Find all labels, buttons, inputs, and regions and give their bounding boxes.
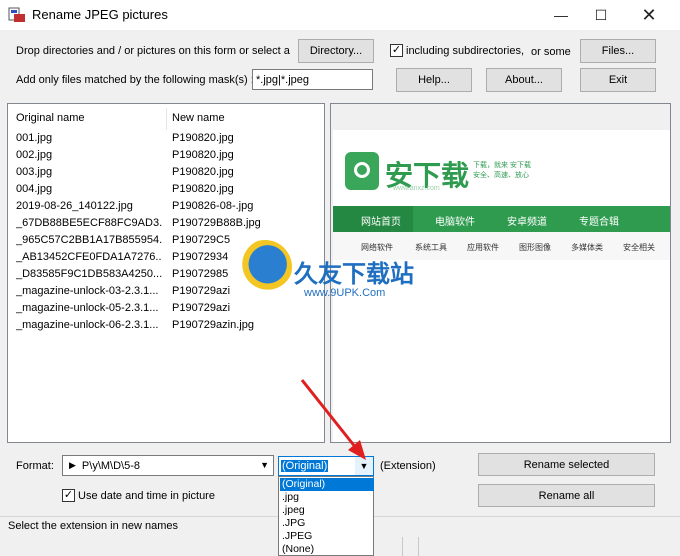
use-date-checkbox[interactable]: ✓ (62, 489, 75, 502)
watermark-url: www.9UPK.Com (304, 287, 386, 299)
site-nav: 网站首页 电脑软件 安卓频道 专题合辑 (333, 206, 670, 232)
extension-option[interactable]: .jpeg (280, 504, 374, 517)
exit-button[interactable]: Exit (580, 68, 656, 92)
list-item[interactable]: _magazine-unlock-06-2.3.1... P190729azin.… (8, 319, 324, 336)
site-nav-item: 安卓频道 (507, 217, 547, 228)
format-value: P\y\M\D\5-8 (81, 459, 140, 472)
list-item[interactable]: _67DB88BE5ECF88FC9AD3... P190729B88B.jpg (8, 217, 324, 234)
extension-option[interactable]: .JPEG (280, 530, 374, 543)
about-button[interactable]: About... (486, 68, 562, 92)
check-icon: ✓ (391, 44, 402, 56)
red-arrow-icon (300, 379, 366, 460)
watermark-title: 久友下载站 (294, 260, 414, 288)
help-button[interactable]: Help... (396, 68, 472, 92)
list-item[interactable]: 2019-08-26_140122.jpg P190826-08-.jpg (8, 200, 324, 217)
site-nav-item: 电脑软件 (435, 217, 475, 228)
site-slogan-1: 下载，就来 安下载 (473, 162, 531, 169)
directory-button[interactable]: Directory... (298, 39, 374, 63)
close-icon[interactable]: ✕ (626, 0, 672, 30)
extension-option[interactable]: .jpg (280, 491, 374, 504)
column-new-name[interactable]: New name (172, 112, 225, 124)
rename-all-button[interactable]: Rename all (478, 484, 655, 507)
maximize-icon[interactable]: ☐ (578, 0, 624, 30)
format-combobox[interactable]: ▶ P\y\M\D\5-8 ▼ (62, 455, 274, 476)
app-icon (8, 7, 26, 23)
title-bar: Rename JPEG pictures — ☐ ✕ (0, 0, 680, 30)
extension-option[interactable]: (Original) (280, 478, 374, 491)
site-slogan-2: 安全、高速、放心 (473, 172, 529, 179)
window-title: Rename JPEG pictures (32, 7, 168, 22)
files-button[interactable]: Files... (580, 39, 656, 63)
watermark-logo-icon (238, 240, 292, 294)
extension-option[interactable]: .JPG (280, 517, 374, 530)
include-subdirs-checkbox[interactable]: ✓ (390, 44, 403, 57)
list-item[interactable]: 001.jpg P190820.jpg (8, 132, 324, 149)
list-item[interactable]: 002.jpg P190820.jpg (8, 149, 324, 166)
extension-dropdown-list[interactable]: (Original) .jpg .jpeg .JPG .JPEG (None) (278, 476, 374, 556)
site-logo-icon (345, 152, 379, 190)
site-domain: www.anxz.com (393, 185, 440, 192)
site-nav-item: 专题合辑 (579, 217, 619, 228)
extension-label: (Extension) (380, 460, 436, 472)
column-original-name[interactable]: Original name (16, 112, 84, 124)
status-text: Select the extension in new names (8, 520, 178, 532)
include-subdirs-label: including subdirectories, (406, 45, 525, 57)
check-icon: ✓ (63, 489, 74, 501)
or-some-label: or some (531, 46, 571, 58)
use-date-label: Use date and time in picture (78, 490, 215, 502)
list-header: Original name New name (8, 104, 324, 132)
list-item[interactable]: 003.jpg P190820.jpg (8, 166, 324, 183)
extension-option[interactable]: (None) (280, 543, 374, 556)
mask-label: Add only files matched by the following … (16, 74, 254, 86)
format-label: Format: (16, 460, 54, 472)
site-nav-item: 网站首页 (361, 217, 401, 228)
play-icon: ▶ (69, 460, 76, 470)
dropdown-arrow-icon[interactable]: ▼ (260, 460, 269, 470)
list-item[interactable]: 004.jpg P190820.jpg (8, 183, 324, 200)
mask-input[interactable]: *.jpg|*.jpeg (252, 69, 373, 90)
list-item[interactable]: _magazine-unlock-05-2.3.1... P190729azi (8, 302, 324, 319)
rename-selected-button[interactable]: Rename selected (478, 453, 655, 476)
drop-instruction: Drop directories and / or pictures on th… (16, 45, 290, 57)
